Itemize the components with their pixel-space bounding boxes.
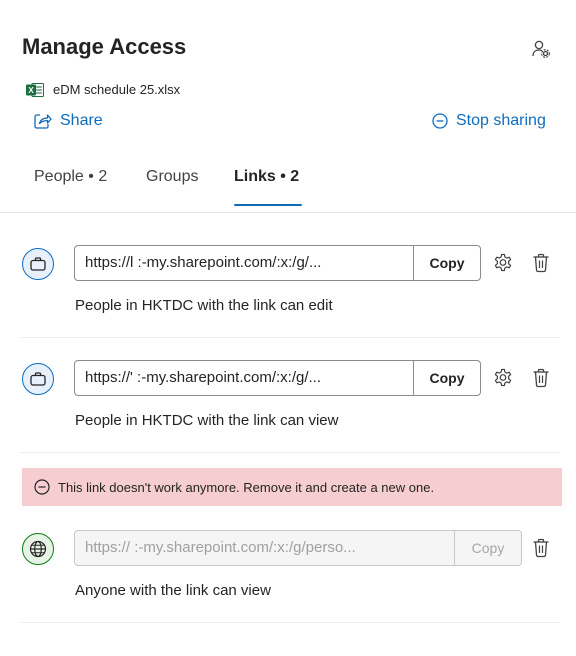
share-button[interactable]: Share (34, 112, 103, 130)
link-type-badge (22, 363, 54, 395)
minus-circle-icon (432, 113, 448, 129)
tab-people[interactable]: People • 2 (34, 168, 107, 186)
link-description: Anyone with the link can view (75, 582, 271, 599)
active-tab-indicator (234, 204, 302, 206)
stop-sharing-button[interactable]: Stop sharing (432, 112, 546, 130)
person-settings-button[interactable] (528, 36, 554, 62)
link-settings-button[interactable] (491, 251, 515, 275)
link-divider (20, 337, 560, 338)
tab-divider (0, 212, 576, 213)
delete-link-button[interactable] (529, 536, 553, 560)
link-error-message: This link doesn't work anymore. Remove i… (22, 468, 562, 506)
copy-button: Copy (454, 531, 521, 565)
link-divider (20, 452, 560, 453)
gear-icon (494, 253, 512, 272)
tab-groups[interactable]: Groups (146, 168, 198, 186)
link-settings-button[interactable] (491, 366, 515, 390)
error-circle-icon (34, 479, 50, 495)
copy-button[interactable]: Copy (413, 361, 480, 395)
copy-button[interactable]: Copy (413, 246, 480, 280)
trash-icon (533, 368, 549, 388)
link-url[interactable]: https://l :-my.sharepoint.com/:x:/g/... (75, 246, 413, 280)
link-url-field: https:// :-my.sharepoint.com/:x:/g/perso… (74, 530, 522, 566)
link-url-field[interactable]: https://' :-my.sharepoint.com/:x:/g/... … (74, 360, 481, 396)
link-url[interactable]: https://' :-my.sharepoint.com/:x:/g/... (75, 361, 413, 395)
link-type-badge (22, 248, 54, 280)
delete-link-button[interactable] (529, 251, 553, 275)
trash-icon (533, 538, 549, 558)
page-title: Manage Access (22, 34, 187, 59)
excel-icon: X (26, 82, 44, 97)
link-divider (20, 622, 560, 623)
globe-icon (29, 540, 47, 558)
tab-links[interactable]: Links • 2 (234, 168, 299, 186)
link-description: People in HKTDC with the link can edit (75, 297, 333, 314)
person-settings-icon (532, 40, 550, 58)
briefcase-icon (30, 257, 46, 271)
delete-link-button[interactable] (529, 366, 553, 390)
link-type-badge (22, 533, 54, 565)
link-url-field[interactable]: https://l :-my.sharepoint.com/:x:/g/... … (74, 245, 481, 281)
link-url: https:// :-my.sharepoint.com/:x:/g/perso… (85, 539, 356, 556)
share-icon (34, 114, 52, 129)
svg-text:X: X (28, 86, 34, 95)
link-description: People in HKTDC with the link can view (75, 412, 339, 429)
trash-icon (533, 253, 549, 273)
gear-icon (494, 368, 512, 387)
file-info: X eDM schedule 25.xlsx (26, 82, 180, 97)
error-text: This link doesn't work anymore. Remove i… (58, 479, 435, 495)
share-label: Share (60, 112, 103, 129)
file-name: eDM schedule 25.xlsx (53, 82, 181, 97)
briefcase-icon (30, 372, 46, 386)
stop-sharing-label: Stop sharing (456, 112, 546, 129)
